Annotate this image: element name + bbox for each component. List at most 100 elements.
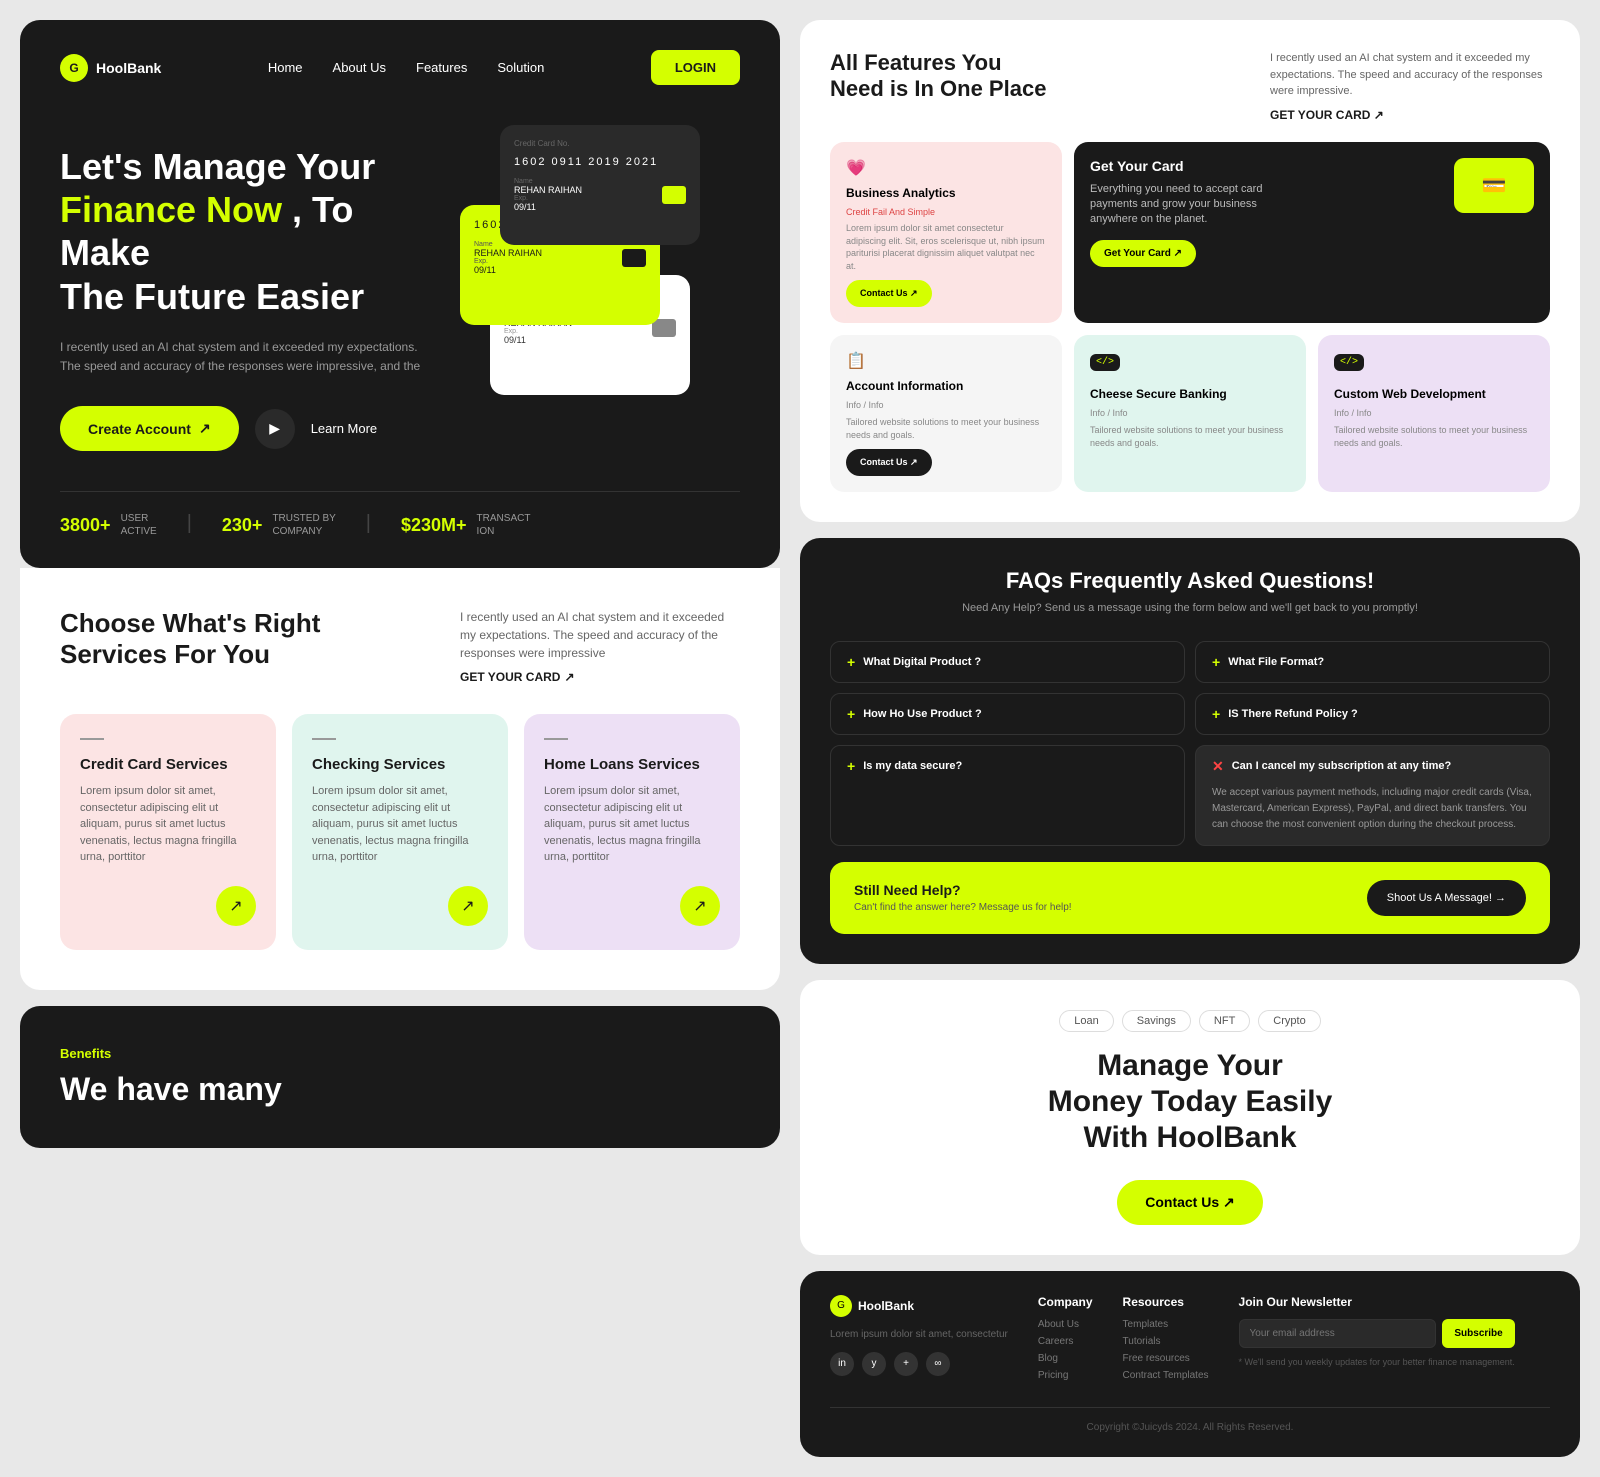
footer-logo-text: HoolBank — [858, 1299, 914, 1313]
account-sub: Info / Info — [846, 399, 1046, 412]
analytics-icon: 💗 — [846, 158, 1046, 178]
nav-features[interactable]: Features — [416, 60, 467, 75]
footer-link-pricing[interactable]: Pricing — [1038, 1370, 1093, 1381]
stat-users: 3800+ USERACTIVE — [60, 512, 157, 538]
analytics-btn[interactable]: Contact Us ↗ — [846, 280, 932, 307]
contact-us-button[interactable]: Contact Us ↗ — [1117, 1180, 1263, 1225]
analytics-desc: Lorem ipsum dolor sit amet consectetur a… — [846, 222, 1046, 272]
social-twitter[interactable]: y — [862, 1352, 886, 1376]
faq-cta-title: Still Need Help? — [854, 882, 1072, 898]
faq-item-1[interactable]: +What File Format? — [1195, 641, 1550, 683]
all-features-get-card[interactable]: GET YOUR CARD ↗ — [1270, 108, 1550, 122]
service-cards: Credit Card Services Lorem ipsum dolor s… — [60, 714, 740, 950]
secure-icon: </> — [1090, 354, 1120, 371]
stat-transaction-label: TRANSACTION — [477, 512, 531, 538]
get-card-desc: Everything you need to accept card payme… — [1090, 182, 1290, 228]
account-btn[interactable]: Contact Us ↗ — [846, 449, 932, 476]
analytics-title: Business Analytics — [846, 186, 1046, 200]
social-linkedin[interactable]: in — [830, 1352, 854, 1376]
service-card-desc-0: Lorem ipsum dolor sit amet, consectetur … — [80, 783, 256, 866]
all-features-header: All Features YouNeed is In One Place I r… — [830, 50, 1550, 122]
newsletter-input[interactable] — [1239, 1319, 1437, 1348]
footer-top: G HoolBank Lorem ipsum dolor sit amet, c… — [830, 1295, 1550, 1387]
footer-link-about[interactable]: About Us — [1038, 1319, 1093, 1330]
subscribe-button[interactable]: Subscribe — [1442, 1319, 1514, 1348]
services-desc-text: I recently used an AI chat system and it… — [460, 608, 740, 662]
shoot-message-button[interactable]: Shoot Us A Message! → — [1367, 880, 1526, 916]
card-label: Credit Card No. — [514, 139, 686, 148]
faq-item-5[interactable]: ✕Can I cancel my subscription at any tim… — [1195, 745, 1550, 846]
footer-link-tutorials[interactable]: Tutorials — [1123, 1336, 1209, 1347]
login-button[interactable]: LOGIN — [651, 50, 740, 85]
feature-cards-grid: 💗 Business Analytics Credit Fail And Sim… — [830, 142, 1550, 493]
footer-brand-desc: Lorem ipsum dolor sit amet, consectetur — [830, 1327, 1008, 1342]
card-name-1: REHAN RAIHAN — [514, 185, 582, 195]
hero-content: Let's Manage Your Finance Now , To Make … — [60, 145, 740, 451]
hero-stats: 3800+ USERACTIVE | 230+ TRUSTED BYCOMPAN… — [60, 491, 740, 538]
hero-title-end2: The Future Easier — [60, 276, 364, 317]
card-chip-3 — [652, 319, 676, 337]
hero-title-start: Let's Manage Your — [60, 146, 375, 187]
nav-about[interactable]: About Us — [333, 60, 386, 75]
get-card-link[interactable]: GET YOUR CARD ↗ — [460, 670, 740, 684]
service-card-loans: Home Loans Services Lorem ipsum dolor si… — [524, 714, 740, 950]
faq-cta: Still Need Help? Can't find the answer h… — [830, 862, 1550, 934]
footer-link-contract[interactable]: Contract Templates — [1123, 1370, 1209, 1381]
footer-link-careers[interactable]: Careers — [1038, 1336, 1093, 1347]
footer-logo-icon: G — [830, 1295, 852, 1317]
card-exp-2: 09/11 — [474, 265, 542, 275]
service-card-arrow-0[interactable]: ↗ — [216, 886, 256, 926]
faq-subtitle: Need Any Help? Send us a message using t… — [830, 600, 1550, 617]
card-name-2: REHAN RAIHAN — [474, 248, 542, 258]
nav-solution[interactable]: Solution — [497, 60, 544, 75]
footer-brand: G HoolBank Lorem ipsum dolor sit amet, c… — [830, 1295, 1008, 1387]
navbar: G HoolBank Home About Us Features Soluti… — [60, 50, 740, 85]
nav-home[interactable]: Home — [268, 60, 303, 75]
footer-link-free[interactable]: Free resources — [1123, 1353, 1209, 1364]
footer-resources-heading: Resources — [1123, 1295, 1209, 1309]
faq-cta-text: Still Need Help? Can't find the answer h… — [854, 882, 1072, 913]
web-desc: Tailored website solutions to meet your … — [1334, 424, 1534, 449]
secure-sub: Info / Info — [1090, 407, 1290, 420]
service-card-arrow-2[interactable]: ↗ — [680, 886, 720, 926]
faq-item-0[interactable]: +What Digital Product ? — [830, 641, 1185, 683]
service-card-credit: Credit Card Services Lorem ipsum dolor s… — [60, 714, 276, 950]
newsletter-form: Subscribe — [1239, 1319, 1515, 1348]
service-card-desc-1: Lorem ipsum dolor sit amet, consectetur … — [312, 783, 488, 866]
faq-item-3[interactable]: +IS There Refund Policy ? — [1195, 693, 1550, 735]
feature-card-secure: </> Cheese Secure Banking Info / Info Ta… — [1074, 335, 1306, 492]
feature-card-web: </> Custom Web Development Info / Info T… — [1318, 335, 1550, 492]
card-chip-1 — [662, 186, 686, 204]
create-account-button[interactable]: Create Account ↗ — [60, 406, 239, 451]
analytics-sub: Credit Fail And Simple — [846, 206, 1046, 219]
all-features-right: I recently used an AI chat system and it… — [1270, 50, 1550, 122]
footer-company-heading: Company — [1038, 1295, 1093, 1309]
footer-link-templates[interactable]: Templates — [1123, 1319, 1209, 1330]
faq-item-2[interactable]: +How Ho Use Product ? — [830, 693, 1185, 735]
faq-item-4[interactable]: +Is my data secure? — [830, 745, 1185, 846]
card-exp-3: 09/11 — [504, 335, 572, 345]
benefits-section: Benefits We have many — [20, 1006, 780, 1148]
footer-link-blog[interactable]: Blog — [1038, 1353, 1093, 1364]
account-desc: Tailored website solutions to meet your … — [846, 416, 1046, 441]
faq-title: FAQs Frequently Asked Questions! — [830, 568, 1550, 594]
service-card-desc-2: Lorem ipsum dolor sit amet, consectetur … — [544, 783, 720, 866]
tag-savings: Savings — [1122, 1010, 1191, 1032]
get-card-btn[interactable]: Get Your Card ↗ — [1090, 240, 1196, 267]
card-line — [312, 738, 336, 740]
social-plus[interactable]: + — [894, 1352, 918, 1376]
stat-trusted-label: TRUSTED BYCOMPANY — [272, 512, 335, 538]
footer-section: G HoolBank Lorem ipsum dolor sit amet, c… — [800, 1271, 1580, 1457]
logo-icon: G — [60, 54, 88, 82]
hero-title: Let's Manage Your Finance Now , To Make … — [60, 145, 440, 318]
logo: G HoolBank — [60, 54, 161, 82]
all-features-title: All Features YouNeed is In One Place — [830, 50, 1046, 103]
services-header: Choose What's RightServices For You I re… — [60, 608, 740, 684]
social-other[interactable]: ∞ — [926, 1352, 950, 1376]
stat-transaction-num: $230M+ — [401, 515, 467, 536]
secure-title: Cheese Secure Banking — [1090, 387, 1290, 401]
footer-bottom: Copyright ©Juicyds 2024. All Rights Rese… — [830, 1407, 1550, 1433]
play-button[interactable]: ▶ — [255, 409, 295, 449]
service-card-arrow-1[interactable]: ↗ — [448, 886, 488, 926]
stat-transaction: $230M+ TRANSACTION — [401, 512, 530, 538]
